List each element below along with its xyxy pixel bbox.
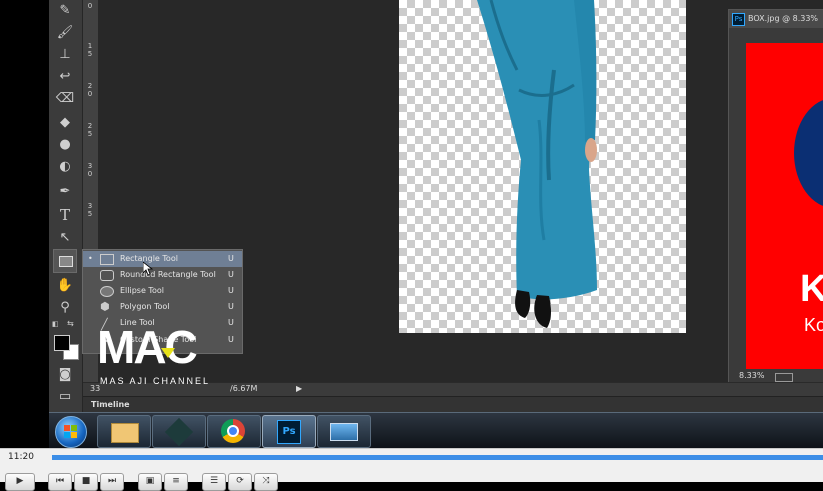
menu-item-label: Polygon Tool bbox=[120, 302, 170, 311]
chrome-icon bbox=[221, 419, 245, 443]
windows-taskbar: Ps bbox=[49, 412, 823, 449]
stop-button[interactable]: ■ bbox=[74, 473, 98, 491]
path-selection-icon[interactable]: ↖ bbox=[54, 227, 76, 249]
quick-mask-icon[interactable]: ◙ bbox=[54, 364, 76, 386]
mouse-cursor-icon bbox=[143, 262, 153, 276]
pen-icon[interactable]: ✒ bbox=[54, 181, 76, 203]
video-editor-icon bbox=[164, 417, 194, 447]
blur-icon[interactable]: ● bbox=[54, 134, 76, 156]
shortcut-key: U bbox=[228, 302, 234, 311]
clone-stamp-icon[interactable]: ⊥ bbox=[54, 44, 76, 66]
shortcut-key: U bbox=[228, 254, 234, 263]
photoshop-doc-icon: Ps bbox=[732, 13, 745, 26]
playback-time: 11:20 bbox=[8, 452, 34, 462]
ruler-mark: 2 0 bbox=[87, 82, 93, 98]
left-black-border bbox=[0, 0, 49, 447]
type-tool-icon[interactable]: T bbox=[54, 204, 76, 226]
rounded-rectangle-icon bbox=[100, 270, 114, 281]
taskbar-photo-viewer-button[interactable] bbox=[317, 415, 371, 448]
menu-item-label: Ellipse Tool bbox=[120, 286, 164, 295]
folder-icon bbox=[111, 423, 139, 443]
watermark-logo: MAC bbox=[97, 321, 198, 373]
extended-settings-button[interactable]: ≡ bbox=[164, 473, 188, 491]
box-artwork: K Ko bbox=[746, 43, 823, 369]
healing-brush-icon[interactable]: ✎ bbox=[54, 0, 76, 22]
dodge-icon[interactable]: ◐ bbox=[54, 156, 76, 178]
windows-logo-part bbox=[64, 432, 70, 438]
selected-bullet-icon: • bbox=[88, 254, 93, 263]
foreground-color-swatch[interactable] bbox=[54, 335, 70, 351]
channel-watermark: MAC MAS AJI CHANNEL bbox=[97, 322, 237, 392]
status-menu-arrow-icon[interactable]: ▶ bbox=[296, 384, 302, 393]
brush-icon[interactable]: 🖌 bbox=[54, 22, 76, 44]
rectangle-tool-icon[interactable] bbox=[53, 249, 77, 273]
ruler-mark: 3 5 bbox=[87, 202, 93, 218]
menu-item-ellipse-tool[interactable]: Ellipse Tool U bbox=[83, 283, 242, 299]
ruler-mark: 0 bbox=[87, 2, 93, 10]
windows-logo-part bbox=[71, 432, 77, 438]
default-colors-icon[interactable]: ◧ bbox=[52, 320, 60, 328]
windows-logo-icon bbox=[64, 425, 70, 431]
menu-item-label: Rounded Rectangle Tool bbox=[120, 270, 216, 279]
document-canvas[interactable] bbox=[399, 0, 686, 333]
next-button[interactable]: ⏭ bbox=[100, 473, 124, 491]
tools-panel: ✎ 🖌 ⊥ ↩ ⌫ ◆ ● ◐ ✒ T ↖ ✋ ⚲ ◧ ⇆ ◙ ▭ bbox=[49, 0, 83, 412]
doc2-status-icon bbox=[775, 373, 793, 382]
loop-button[interactable]: ⟳ bbox=[228, 473, 252, 491]
taskbar-chrome-button[interactable] bbox=[207, 415, 261, 448]
start-button[interactable] bbox=[55, 416, 87, 448]
tab-timeline[interactable]: Timeline bbox=[91, 400, 130, 409]
photo-viewer-icon bbox=[330, 423, 358, 441]
ellipse-icon bbox=[100, 286, 114, 297]
menu-item-rounded-rectangle-tool[interactable]: Rounded Rectangle Tool U bbox=[83, 267, 242, 283]
eraser-icon[interactable]: ⌫ bbox=[54, 88, 76, 110]
art-letter: K bbox=[800, 268, 823, 310]
paint-bucket-icon[interactable]: ◆ bbox=[54, 112, 76, 134]
menu-item-polygon-tool[interactable]: ⬢ Polygon Tool U bbox=[83, 299, 242, 315]
doc2-zoom[interactable]: 8.33% bbox=[739, 371, 764, 380]
timeline-panel: Timeline bbox=[83, 396, 823, 413]
document-title: BOX.jpg @ 8.33% bbox=[748, 14, 819, 23]
taskbar-photoshop-button[interactable]: Ps bbox=[262, 415, 316, 448]
art-text: Ko bbox=[804, 315, 823, 335]
shuffle-button[interactable]: ⤨ bbox=[254, 473, 278, 491]
shortcut-key: U bbox=[228, 270, 234, 279]
hand-tool-icon[interactable]: ✋ bbox=[54, 275, 76, 297]
fullscreen-button[interactable]: ▣ bbox=[138, 473, 162, 491]
second-document-window[interactable]: Ps BOX.jpg @ 8.33% K Ko 8.33% bbox=[728, 9, 823, 386]
seek-bar[interactable] bbox=[52, 455, 823, 460]
playlist-button[interactable]: ☰ bbox=[202, 473, 226, 491]
photoshop-icon: Ps bbox=[277, 420, 301, 444]
polygon-icon: ⬢ bbox=[100, 300, 110, 313]
chrome-center bbox=[227, 425, 239, 437]
ruler-mark: 1 5 bbox=[87, 42, 93, 58]
watermark-channel: MAS AJI CHANNEL bbox=[100, 376, 211, 386]
document-tab[interactable]: Ps BOX.jpg @ 8.33% bbox=[729, 10, 823, 28]
previous-button[interactable]: ⏮ bbox=[48, 473, 72, 491]
watermark-chevron-icon bbox=[161, 348, 175, 358]
windows-logo-part bbox=[71, 425, 77, 431]
rectangle-icon bbox=[100, 254, 114, 265]
play-button[interactable]: ▶ bbox=[5, 473, 35, 491]
menu-item-rectangle-tool[interactable]: • Rectangle Tool U bbox=[83, 251, 242, 267]
history-brush-icon[interactable]: ↩ bbox=[54, 66, 76, 88]
ruler-mark: 3 0 bbox=[87, 162, 93, 178]
zoom-tool-icon[interactable]: ⚲ bbox=[54, 297, 76, 319]
woman-figure-image bbox=[477, 0, 597, 328]
shortcut-key: U bbox=[228, 286, 234, 295]
taskbar-explorer-button[interactable] bbox=[97, 415, 151, 448]
swap-colors-icon[interactable]: ⇆ bbox=[67, 319, 74, 328]
media-player-controls: 11:20 ▶ ⏮ ■ ⏭ ▣ ≡ ☰ ⟳ ⤨ bbox=[0, 448, 823, 491]
blue-circle-shape bbox=[794, 98, 823, 208]
screen-mode-icon[interactable]: ▭ bbox=[54, 386, 76, 408]
ruler-mark: 2 5 bbox=[87, 122, 93, 138]
taskbar-filmora-button[interactable] bbox=[152, 415, 206, 448]
